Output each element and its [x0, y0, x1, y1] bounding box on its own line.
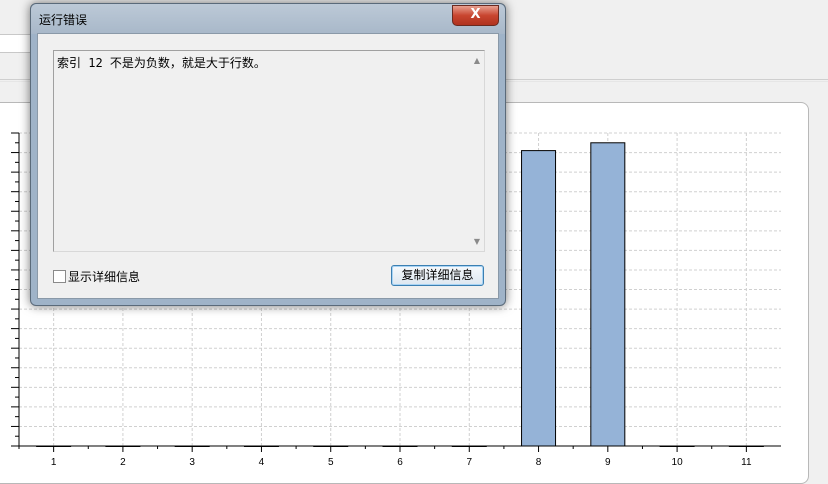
x-tick-label: 1 [51, 457, 57, 468]
dialog-body: 索引 12 不是为负数，就是大于行数。 ▲ ▼ 显示详细信息 复制详细信息 [37, 33, 499, 299]
x-tick-label: 5 [328, 457, 334, 468]
x-tick-label: 9 [605, 457, 611, 468]
x-tick-label: 6 [397, 457, 403, 468]
show-details-label[interactable]: 显示详细信息 [68, 268, 140, 285]
x-tick-label: 11 [741, 457, 752, 468]
error-message-box[interactable]: 索引 12 不是为负数，就是大于行数。 ▲ ▼ [53, 50, 485, 252]
copy-details-button[interactable]: 复制详细信息 [391, 265, 484, 286]
runtime-error-dialog: 运行错误 X 索引 12 不是为负数，就是大于行数。 ▲ ▼ 显示详细信息 复制… [30, 3, 506, 306]
x-tick-label: 8 [536, 457, 542, 468]
bar [521, 150, 557, 447]
x-tick-label: 2 [120, 457, 126, 468]
error-message: 索引 12 不是为负数，就是大于行数。 [57, 56, 266, 70]
dialog-title: 运行错误 [39, 13, 88, 27]
close-button[interactable]: X [452, 5, 499, 26]
x-tick-label: 4 [259, 457, 265, 468]
x-tick-label: 10 [672, 457, 684, 468]
show-details-checkbox[interactable] [53, 270, 66, 283]
scroll-down-icon[interactable]: ▼ [474, 237, 480, 246]
x-tick-label: 3 [189, 457, 195, 468]
x-tick-label: 7 [466, 457, 472, 468]
bar [590, 142, 626, 447]
scroll-up-icon[interactable]: ▲ [474, 56, 480, 65]
